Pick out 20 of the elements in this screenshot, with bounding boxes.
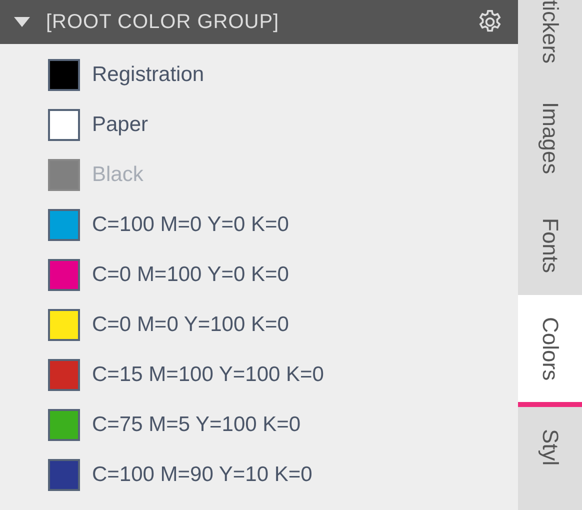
color-swatch[interactable] xyxy=(48,359,80,391)
color-swatch[interactable] xyxy=(48,409,80,441)
swatch-name[interactable]: C=100 M=90 Y=10 K=0 xyxy=(92,463,312,487)
color-swatch[interactable] xyxy=(48,259,80,291)
panel-tab[interactable]: Colors xyxy=(518,294,582,408)
color-swatch[interactable] xyxy=(48,109,80,141)
expanded-triangle-icon[interactable] xyxy=(12,15,32,29)
swatch-name[interactable]: C=0 M=0 Y=100 K=0 xyxy=(92,313,289,337)
group-title: [ROOT COLOR GROUP] xyxy=(46,10,280,34)
color-swatch[interactable] xyxy=(48,459,80,491)
color-swatch[interactable] xyxy=(48,309,80,341)
group-header[interactable]: [ROOT COLOR GROUP] xyxy=(0,0,518,44)
swatch-name[interactable]: C=15 M=100 Y=100 K=0 xyxy=(92,363,324,387)
swatch-name[interactable]: Paper xyxy=(92,113,148,137)
swatch-name[interactable]: C=100 M=0 Y=0 K=0 xyxy=(92,213,289,237)
swatch-name[interactable]: Registration xyxy=(92,63,204,87)
swatch-name[interactable]: C=0 M=100 Y=0 K=0 xyxy=(92,263,289,287)
color-swatch[interactable] xyxy=(48,209,80,241)
swatch-name[interactable]: C=75 M=5 Y=100 K=0 xyxy=(92,413,301,437)
color-swatch[interactable] xyxy=(48,59,80,91)
